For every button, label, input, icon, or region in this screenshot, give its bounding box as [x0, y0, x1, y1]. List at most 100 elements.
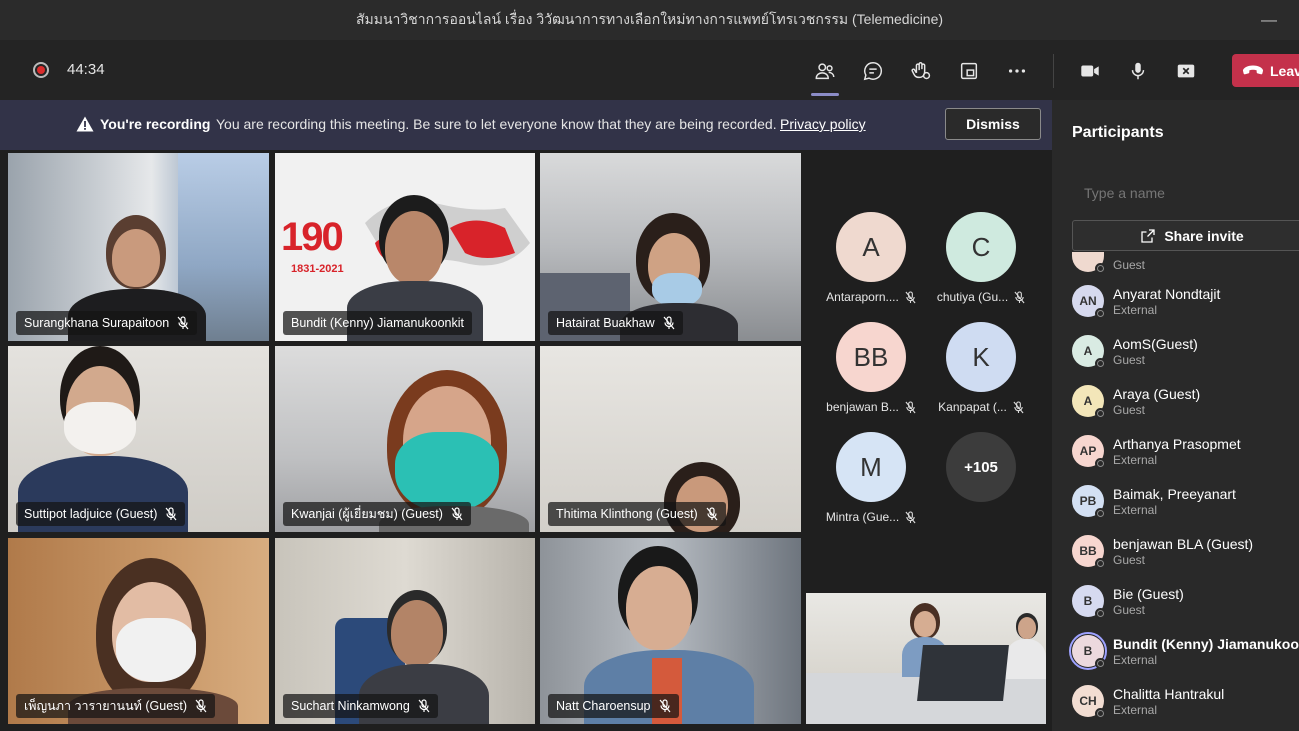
- participant-item[interactable]: AN Anyarat Nondtajit External: [1072, 276, 1299, 326]
- warning-icon: [76, 116, 94, 132]
- anniversary-years: 1831-2021: [291, 263, 344, 275]
- people-button[interactable]: [808, 54, 842, 96]
- mic-off-icon: [905, 400, 916, 413]
- meeting-timer: 44:34: [67, 61, 105, 78]
- chat-button[interactable]: [856, 54, 890, 88]
- participant-search-input[interactable]: [1072, 178, 1299, 208]
- participant-name: Araya (Guest): [1113, 385, 1201, 402]
- avatar-tile[interactable]: K Kanpapat (...: [926, 322, 1036, 414]
- status-icon: [1095, 508, 1106, 519]
- status-icon: [1095, 658, 1106, 669]
- video-tile[interactable]: Natt Charoensup: [540, 538, 801, 724]
- participant-role: Guest: [1113, 602, 1146, 617]
- participant-name: Chalitta Hantrakul: [1113, 685, 1225, 702]
- status-icon: [1095, 263, 1106, 274]
- participant-role: Guest: [1113, 258, 1146, 272]
- dismiss-button[interactable]: Dismiss: [945, 108, 1041, 140]
- video-tile[interactable]: Thitima Klinthong (Guest): [540, 346, 801, 532]
- mic-off-icon: [1014, 290, 1025, 303]
- participant-avatar: PB: [1072, 485, 1106, 519]
- microphone-button[interactable]: [1121, 54, 1155, 88]
- participant-item[interactable]: B Bundit (Kenny) Jiamanukoon... External: [1069, 626, 1299, 676]
- mic-off-icon: [195, 699, 207, 713]
- window-titlebar: สัมมนาวิชาการออนไลน์ เรื่อง วิวัฒนาการทา…: [0, 0, 1299, 40]
- participant-item[interactable]: BB benjawan BLA (Guest) Guest: [1072, 526, 1299, 576]
- video-tile[interactable]: Surangkhana Surapaitoon: [8, 153, 269, 341]
- participant-avatar: A: [1072, 385, 1106, 419]
- more-participants-count: +105: [946, 432, 1016, 502]
- phone-icon: [1242, 65, 1264, 74]
- mic-off-icon: [418, 699, 430, 713]
- camera-button[interactable]: [1073, 54, 1107, 88]
- tile-name-tag: Kwanjai (ผู้เยี่ยมชม) (Guest): [283, 502, 471, 526]
- tile-name: Suttipot ladjuice (Guest): [24, 507, 158, 521]
- participant-item[interactable]: A Guest: [1072, 238, 1299, 276]
- tile-name: เพ็ญนภา วารายานนท์ (Guest): [24, 699, 188, 713]
- mic-off-icon: [659, 699, 670, 713]
- toolbar-divider: [1053, 54, 1054, 88]
- status-icon: [1095, 308, 1106, 319]
- avatar: A: [836, 212, 906, 282]
- more-participants-tile[interactable]: +105: [926, 432, 1036, 502]
- participant-item[interactable]: CH Chalitta Hantrakul External: [1072, 676, 1299, 726]
- video-tile[interactable]: Suttipot ladjuice (Guest): [8, 346, 269, 532]
- tile-name-tag: Suttipot ladjuice (Guest): [16, 502, 186, 526]
- video-tile[interactable]: Suchart Ninkamwong: [275, 538, 535, 724]
- tile-name: Natt Charoensup: [556, 699, 651, 713]
- room-video-tile[interactable]: [806, 593, 1046, 724]
- participant-name: Baimak, Preeyanart: [1113, 485, 1236, 502]
- status-icon: [1095, 458, 1106, 469]
- minimize-button[interactable]: —: [1261, 12, 1277, 30]
- participant-item[interactable]: PB Baimak, Preeyanart External: [1072, 476, 1299, 526]
- participant-avatar: CH: [1072, 685, 1106, 719]
- anniversary-logo: 190: [281, 215, 344, 259]
- video-tile[interactable]: Hatairat Buakhaw: [540, 153, 801, 341]
- status-icon: [1095, 358, 1106, 369]
- record-icon: [33, 62, 49, 78]
- video-tile[interactable]: Kwanjai (ผู้เยี่ยมชม) (Guest): [275, 346, 535, 532]
- avatar-tile[interactable]: BB benjawan B...: [816, 322, 926, 414]
- avatar-tile[interactable]: M Mintra (Gue...: [816, 432, 926, 524]
- video-tile-active-speaker[interactable]: 190 1831-2021 Bundit (Kenny) Jiamanukoon…: [275, 153, 535, 341]
- reactions-icon: [911, 62, 931, 80]
- participant-item[interactable]: B Bie (Guest) Guest: [1072, 576, 1299, 626]
- participant-item[interactable]: A AomS(Guest) Guest: [1072, 326, 1299, 376]
- people-icon: [815, 63, 835, 80]
- avatar-tile[interactable]: A Antaraporn....: [816, 212, 926, 304]
- chat-icon: [863, 62, 883, 81]
- participant-avatar: B: [1069, 632, 1107, 670]
- participant-item[interactable]: A Araya (Guest) Guest: [1072, 376, 1299, 426]
- participant-role: External: [1113, 302, 1158, 317]
- recording-title: You're recording: [100, 116, 211, 132]
- mic-off-icon: [165, 507, 177, 521]
- tile-name-tag: Bundit (Kenny) Jiamanukoonkit: [283, 311, 473, 335]
- mic-off-icon: [451, 507, 463, 521]
- tile-name: Surangkhana Surapaitoon: [24, 316, 170, 330]
- tile-name: Hatairat Buakhaw: [556, 316, 655, 330]
- avatar-tile[interactable]: C chutiya (Gu...: [926, 212, 1036, 304]
- avatar-grid: A Antaraporn.... C chutiya (Gu... BB ben…: [808, 150, 1052, 590]
- participant-item[interactable]: AP Arthanya Prasopmet External: [1072, 426, 1299, 476]
- microphone-icon: [1131, 62, 1145, 80]
- status-icon: [1095, 558, 1106, 569]
- participant-avatar: AP: [1072, 435, 1106, 469]
- participant-avatar: B: [1072, 585, 1106, 619]
- more-options-button[interactable]: [1000, 54, 1034, 88]
- participant-role: Guest: [1113, 352, 1146, 367]
- leave-button[interactable]: Leave: [1232, 54, 1299, 87]
- avatar-label: benjawan B...: [826, 400, 899, 414]
- participant-role: Guest: [1113, 402, 1146, 417]
- mic-off-icon: [663, 316, 675, 330]
- layout-button[interactable]: [952, 54, 986, 88]
- privacy-policy-link[interactable]: Privacy policy: [780, 116, 866, 132]
- status-icon: [1095, 608, 1106, 619]
- mic-off-icon: [905, 510, 916, 523]
- reactions-button[interactable]: [904, 54, 938, 88]
- status-icon: [1095, 708, 1106, 719]
- share-screen-button[interactable]: [1169, 54, 1203, 88]
- video-tile[interactable]: เพ็ญนภา วารายานนท์ (Guest): [8, 538, 269, 724]
- participant-avatar: BB: [1072, 535, 1106, 569]
- avatar-label: Mintra (Gue...: [825, 510, 900, 524]
- avatar: M: [836, 432, 906, 502]
- participant-avatar: A: [1072, 335, 1106, 369]
